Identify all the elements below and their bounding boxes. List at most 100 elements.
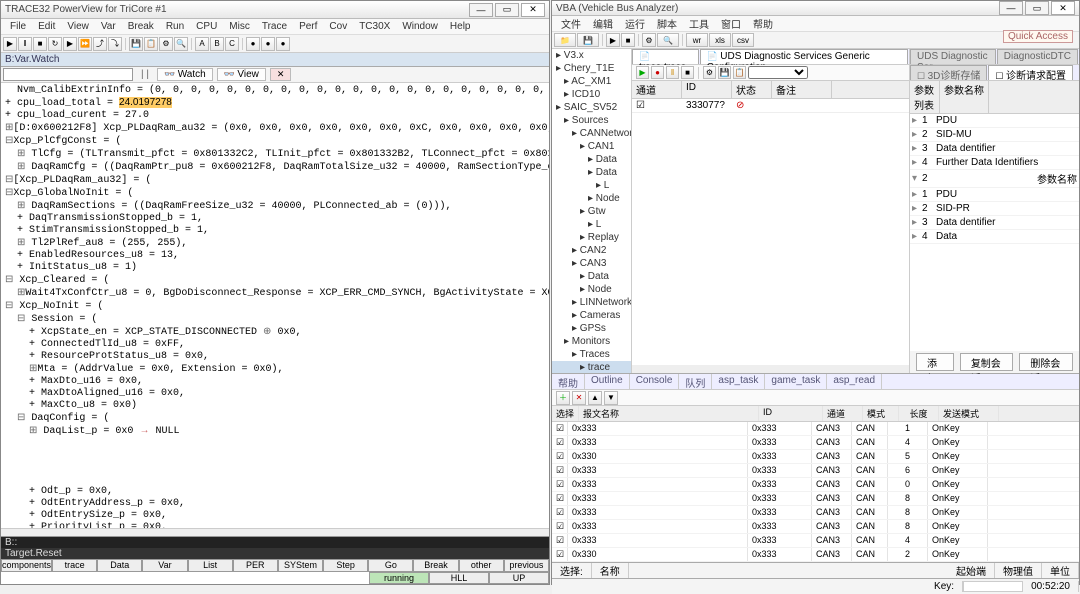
record-icon[interactable]: ● [651, 66, 664, 79]
param-row[interactable]: ▸3Data dentifier [910, 216, 1079, 230]
toolbar-button[interactable]: csv [732, 33, 754, 47]
maximize-button[interactable]: ▭ [495, 3, 519, 17]
param-row[interactable]: ▸3Data dentifier [910, 142, 1079, 156]
view-tab[interactable]: Outline [585, 374, 630, 389]
filter-icon[interactable]: ⚙ [703, 66, 716, 79]
tab-3d[interactable]: ☐ 3D诊断存储 [910, 65, 987, 80]
tree-node[interactable]: ▸ Sources [552, 114, 631, 127]
copy-button[interactable]: 复制会话 [960, 353, 1014, 371]
toolbar-button[interactable]: ■ [621, 33, 635, 47]
scrollbar-h[interactable] [632, 365, 909, 373]
table-row[interactable]: ☑ 333077? ⊘ [632, 99, 909, 113]
menu-break[interactable]: Break [123, 21, 159, 32]
param-row[interactable]: ▸2SID-MU [910, 128, 1079, 142]
menu-misc[interactable]: Misc [224, 21, 255, 32]
scrollbar-h[interactable] [1, 528, 549, 536]
param-area[interactable]: 参数列表参数名称 ▸1PDU▸2SID-MU▸3Data dentifier▸4… [910, 81, 1079, 351]
tab-uds-ser[interactable]: UDS Diagnostic Ser... [910, 49, 996, 64]
tree-node[interactable]: ▸ CAN1 [552, 140, 631, 153]
up-icon[interactable]: ▲ [588, 391, 602, 405]
toolbar-button[interactable]: ⚙ [159, 37, 173, 51]
toolbar-button[interactable]: ▶ [63, 37, 77, 51]
minimize-button[interactable]: — [999, 1, 1023, 15]
Break-button[interactable]: Break [413, 559, 458, 572]
tree-node[interactable]: ▸ CANNetwork [552, 127, 631, 140]
toolbar-button[interactable]: A [195, 37, 209, 51]
tree-node[interactable]: ▸ Chery_T1E [552, 62, 631, 75]
menu-edit[interactable]: Edit [33, 21, 60, 32]
toolbar-button[interactable]: ⤴ [93, 37, 107, 51]
table-row[interactable]: ☑0x3300x333CAN3CAN2OnKey [552, 548, 1079, 562]
play-icon[interactable]: ▶ [636, 66, 649, 79]
message-table[interactable]: 选择 报文名称 ID 通道 模式 长度 发送模式 ☑0x3330x333CAN3… [552, 406, 1079, 562]
tree-node[interactable]: ▸ Cameras [552, 309, 631, 322]
toolbar-button[interactable]: ⏩ [78, 37, 92, 51]
menu-perf[interactable]: Perf [294, 21, 322, 32]
tab-trace[interactable]: 📄 trace.trace [632, 49, 699, 64]
tree-node[interactable]: ▸ Node [552, 192, 631, 205]
toolbar-button[interactable]: ● [246, 37, 260, 51]
toolbar-button[interactable]: 🔍 [174, 37, 188, 51]
tree-node[interactable]: ▸ ICD10 [552, 88, 631, 101]
tree-node[interactable]: ▸ Gtw [552, 205, 631, 218]
view-tab[interactable]: Console [630, 374, 680, 389]
List-button[interactable]: List [188, 559, 233, 572]
menu-item[interactable]: 窗口 [716, 16, 746, 31]
menu-file[interactable]: File [5, 21, 31, 32]
tree-node[interactable]: ▸ CAN2 [552, 244, 631, 257]
toolbar-button[interactable]: ⚙ [642, 33, 656, 47]
tree-node[interactable]: ▸ Data [552, 153, 631, 166]
toolbar-button[interactable]: ▶ [3, 37, 17, 51]
menu-item[interactable]: 运行 [620, 16, 650, 31]
running-button[interactable]: running [369, 572, 429, 585]
tree-node[interactable]: ▸ L [552, 179, 631, 192]
close-button[interactable]: ✕ [521, 3, 545, 17]
Go-button[interactable]: Go [368, 559, 413, 572]
previous-button[interactable]: previous [504, 559, 549, 572]
tab-diag-req[interactable]: ☐ 诊断请求配置 [988, 65, 1073, 80]
command-prompt[interactable]: B:: [1, 537, 549, 548]
Var-button[interactable]: Var [142, 559, 187, 572]
toolbar-button[interactable]: ● [261, 37, 275, 51]
table-row[interactable]: ☑0x3330x333CAN3CAN8OnKey [552, 492, 1079, 506]
menu-var[interactable]: Var [96, 21, 121, 32]
title-bar[interactable]: VBA (Vehicle Bus Analyzer) — ▭ ✕ [552, 1, 1079, 16]
view-tab[interactable]: asp_task [712, 374, 765, 389]
tab-uds-config[interactable]: 📄 UDS Diagnostic Services Generic Config… [700, 49, 908, 64]
tree-node[interactable]: ▸ SAIC_SV52 [552, 101, 631, 114]
other-button[interactable]: other [459, 559, 504, 572]
trace-grid[interactable]: 通道 ID 状态 备注 ☑ 333077? ⊘ [632, 81, 909, 365]
watch-input[interactable] [3, 68, 133, 81]
Data-button[interactable]: Data [97, 559, 142, 572]
param-row[interactable]: ▸4Data [910, 230, 1079, 244]
view-tab[interactable]: asp_read [827, 374, 882, 389]
table-row[interactable]: ☑0x3330x333CAN3CAN0OnKey [552, 478, 1079, 492]
toolbar-button[interactable]: xls [709, 33, 731, 47]
toolbar-button[interactable]: 📁 [554, 33, 576, 47]
view-tab[interactable]: 帮助 [552, 374, 585, 389]
remove-icon[interactable]: ✕ [572, 391, 586, 405]
tree-node[interactable]: ▸ Data [552, 166, 631, 179]
table-row[interactable]: ☑0x3330x333CAN3CAN6OnKey [552, 464, 1079, 478]
trace-button[interactable]: trace [52, 559, 97, 572]
table-row[interactable]: ☑0x3300x333CAN3CAN5OnKey [552, 450, 1079, 464]
watch-tab[interactable]: 👓 Watch [157, 68, 213, 81]
HLL-button[interactable]: HLL [429, 572, 489, 585]
menu-item[interactable]: 帮助 [748, 16, 778, 31]
toolbar-button[interactable]: ▶ [606, 33, 620, 47]
tree-node[interactable]: ▸ AC_XM1 [552, 75, 631, 88]
menu-item[interactable]: 脚本 [652, 16, 682, 31]
tree-node[interactable]: ▸ CAN3 [552, 257, 631, 270]
toolbar-button[interactable]: ‖ [18, 37, 32, 51]
save-icon[interactable]: 💾 [718, 66, 731, 79]
toolbar-button[interactable]: 📋 [144, 37, 158, 51]
components-button[interactable]: components [1, 559, 52, 572]
pause-icon[interactable]: ‖ [666, 66, 679, 79]
close-tab[interactable]: ✕ [270, 68, 292, 81]
table-row[interactable]: ☑0x3330x333CAN3CAN4OnKey [552, 436, 1079, 450]
tree-node[interactable]: ▸ Traces [552, 348, 631, 361]
table-row[interactable]: ☑0x3330x333CAN3CAN1OnKey [552, 422, 1079, 436]
tree-node[interactable]: ▸ Node [552, 283, 631, 296]
menu-view[interactable]: View [62, 21, 94, 32]
Step-button[interactable]: Step [323, 559, 368, 572]
